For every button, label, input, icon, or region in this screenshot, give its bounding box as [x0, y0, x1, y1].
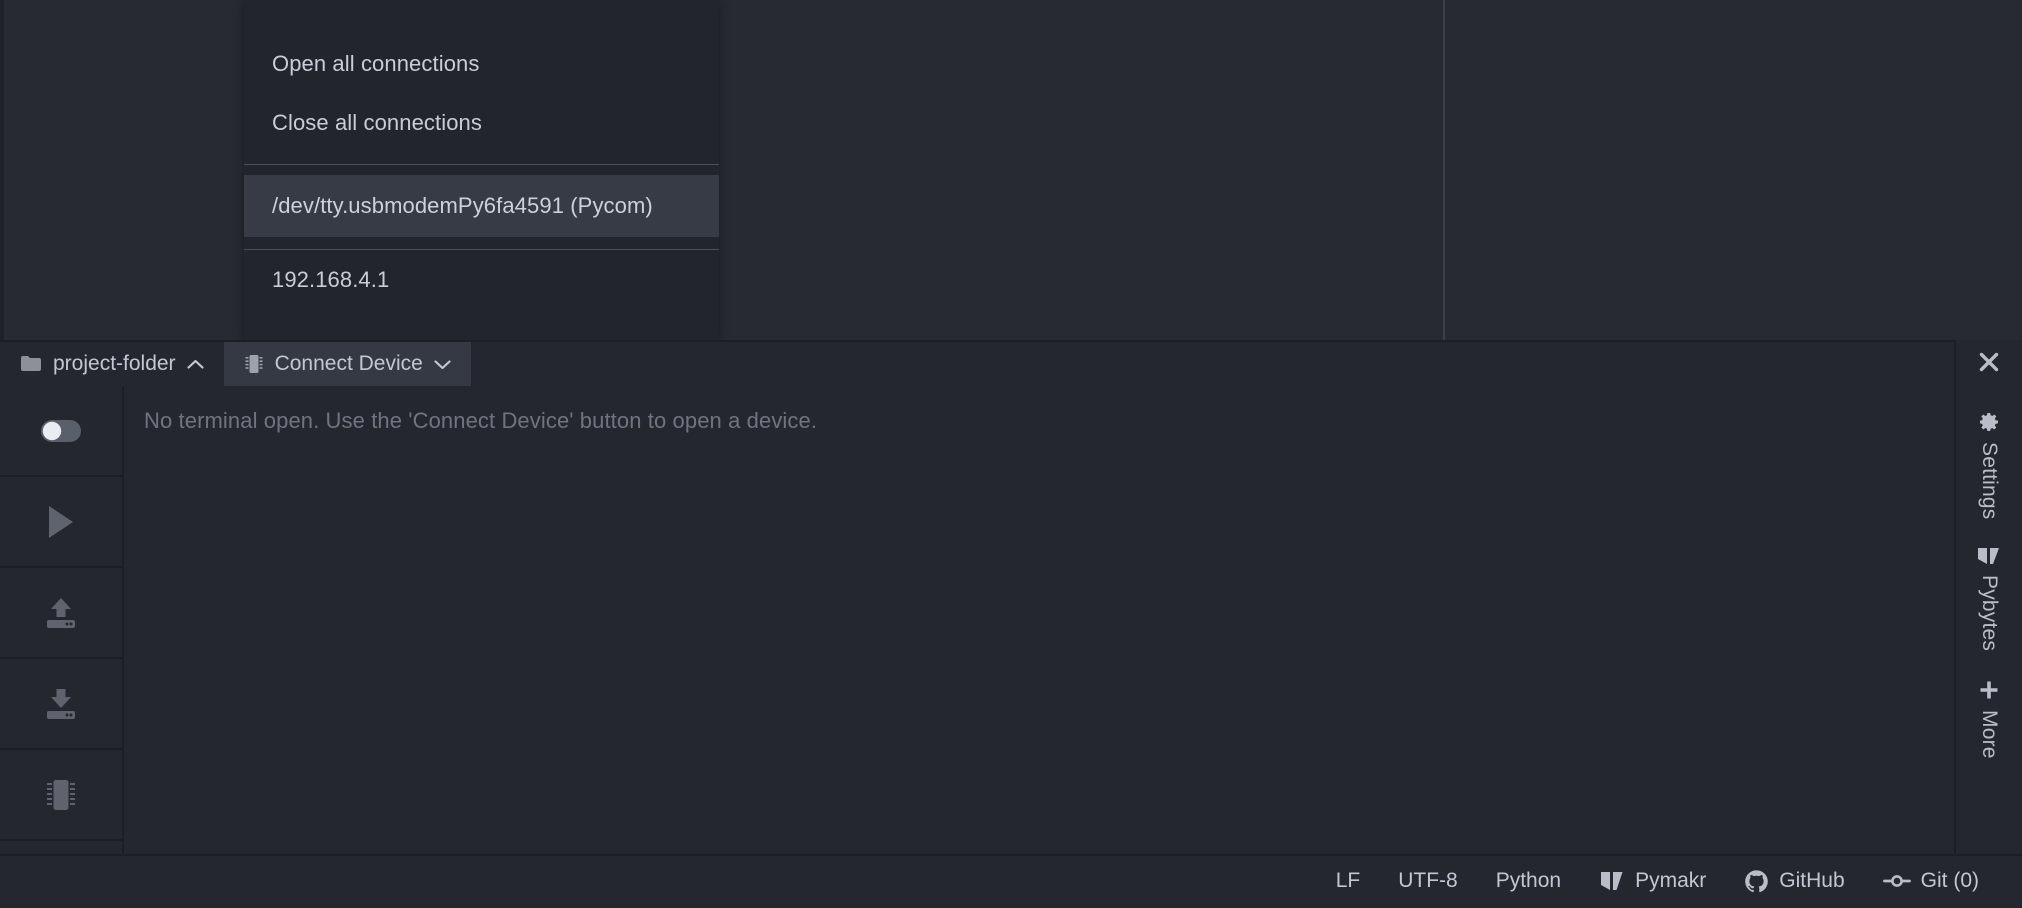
panel-icon-rail	[0, 386, 124, 854]
terminal-panel: project-folder	[0, 340, 2022, 854]
run-button[interactable]	[0, 477, 122, 568]
tab-project-folder-label: project-folder	[53, 352, 176, 376]
status-item-encoding-label: UTF-8	[1398, 869, 1458, 893]
git-branch-icon	[1883, 870, 1911, 892]
rail-item-pybytes-label: Pybytes	[1977, 575, 2001, 651]
chevron-up-icon[interactable]	[187, 359, 204, 370]
upload-project-button[interactable]	[0, 568, 122, 659]
rail-item-settings[interactable]: Settings	[1955, 384, 2022, 519]
toggle-off-icon	[40, 419, 82, 443]
tab-project-folder[interactable]: project-folder	[0, 342, 224, 386]
status-item-language-label: Python	[1496, 869, 1561, 893]
status-item-pymakr-label: Pymakr	[1635, 869, 1706, 893]
status-item-pymakr[interactable]: Pymakr	[1580, 854, 1725, 908]
status-bar: LF UTF-8 Python Pymakr GitHub	[0, 854, 2022, 908]
close-panel-button[interactable]	[1955, 340, 2022, 384]
download-icon	[41, 687, 81, 721]
gear-icon	[1977, 410, 2001, 434]
rail-item-settings-label: Settings	[1977, 442, 2001, 519]
folder-icon	[20, 355, 42, 373]
editor-left-edge	[0, 0, 4, 340]
rail-item-pybytes[interactable]: Pybytes	[1955, 519, 2022, 651]
status-item-github[interactable]: GitHub	[1725, 854, 1863, 908]
panel-right-rail: Settings Pybytes More	[1954, 340, 2022, 854]
editor-area: Open all connections Close all connectio…	[0, 0, 2022, 340]
status-item-github-label: GitHub	[1779, 869, 1844, 893]
rail-item-more-label: More	[1977, 710, 2001, 759]
connect-device-dropdown-menu[interactable]: Open all connections Close all connectio…	[244, 0, 719, 340]
upload-icon	[41, 596, 81, 630]
pybytes-logo-icon	[1976, 545, 2002, 567]
menu-item-device-usbmodem[interactable]: /dev/tty.usbmodemPy6fa4591 (Pycom)	[244, 175, 719, 237]
chevron-down-icon[interactable]	[434, 359, 451, 370]
status-item-language[interactable]: Python	[1477, 854, 1580, 908]
status-item-line-ending[interactable]: LF	[1317, 854, 1380, 908]
menu-item-device-ip[interactable]: 192.168.4.1	[244, 250, 719, 309]
connection-toggle[interactable]	[0, 386, 122, 477]
editor-vertical-divider[interactable]	[1443, 0, 1445, 340]
tab-connect-device[interactable]: Connect Device	[224, 342, 471, 386]
menu-spacer	[244, 237, 719, 249]
status-item-line-ending-label: LF	[1336, 869, 1361, 893]
github-icon	[1744, 869, 1769, 894]
play-icon	[46, 505, 76, 539]
rail-item-more[interactable]: More	[1955, 652, 2022, 759]
status-bar-top-border	[0, 854, 2022, 856]
pymakr-vscode-window: Open all connections Close all connectio…	[0, 0, 2022, 908]
menu-spacer	[244, 152, 719, 164]
download-project-button[interactable]	[0, 659, 122, 750]
tab-connect-device-label: Connect Device	[275, 352, 423, 376]
status-item-git[interactable]: Git (0)	[1864, 854, 1998, 908]
chip-icon	[244, 353, 264, 375]
terminal-empty-message: No terminal open. Use the 'Connect Devic…	[144, 408, 1952, 434]
menu-spacer	[244, 165, 719, 175]
panel-tabbar: project-folder	[0, 342, 2022, 386]
chip-icon	[44, 776, 78, 814]
pymakr-logo-icon	[1599, 869, 1625, 893]
menu-item-close-all-connections[interactable]: Close all connections	[244, 93, 719, 152]
device-button[interactable]	[0, 750, 122, 841]
close-icon	[1977, 350, 2001, 374]
plus-icon	[1977, 678, 2001, 702]
status-item-encoding[interactable]: UTF-8	[1379, 854, 1477, 908]
terminal-output-area[interactable]: No terminal open. Use the 'Connect Devic…	[126, 386, 1952, 854]
menu-item-open-all-connections[interactable]: Open all connections	[244, 34, 719, 93]
status-item-git-label: Git (0)	[1921, 869, 1979, 893]
